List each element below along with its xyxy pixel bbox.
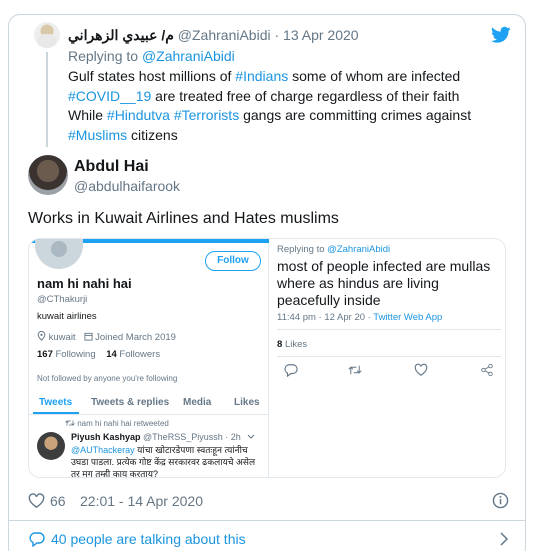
profile-tabs: Tweets Tweets & replies Media Likes xyxy=(29,389,269,415)
main-handle[interactable]: @abdulhaifarook xyxy=(74,178,180,194)
info-icon[interactable] xyxy=(492,492,509,509)
not-followed-note: Not followed by anyone you're following xyxy=(37,374,178,383)
retweet-time: · 2h xyxy=(225,432,241,442)
conversation-link[interactable]: 40 people are talking about this xyxy=(8,520,526,551)
profile-joined: Joined March 2019 xyxy=(95,332,176,343)
replying-label: Replying to xyxy=(277,244,325,255)
retweet-author-avatar xyxy=(37,432,65,460)
heart-icon[interactable] xyxy=(28,493,45,509)
retweeted-label: nam hi nahi hai retweeted xyxy=(77,419,169,428)
retweet-author-name: Piyush Kashyap xyxy=(71,432,141,442)
retweet-mention: @AUThackeray xyxy=(71,445,135,455)
main-tweet-actions: 66 22:01 - 14 Apr 2020 xyxy=(28,491,509,511)
chevron-right-icon xyxy=(500,532,509,546)
parent-display-name[interactable]: م/ عبيدي الزهراني xyxy=(68,27,174,43)
text-segment: gangs are committing crimes against xyxy=(239,107,472,123)
like-count[interactable]: 66 xyxy=(50,493,66,509)
likes-count: 8 xyxy=(277,339,283,350)
reply-screenshot: Replying to @ZahraniAbidi most of people… xyxy=(270,239,505,477)
text-segment: citizens xyxy=(127,126,178,143)
caret-down-icon xyxy=(247,434,255,439)
profile-screenshot: Follow nam hi nahi hai @CThakurji kuwait… xyxy=(29,239,269,477)
reply-source: Twitter Web App xyxy=(373,312,443,323)
reply-timestamp: 11:44 pm · 12 Apr 20 · xyxy=(277,312,374,323)
divider xyxy=(277,356,501,357)
reply-meta: 11:44 pm · 12 Apr 20 · Twitter Web App xyxy=(277,312,442,323)
heart-icon xyxy=(414,363,428,376)
thread-line xyxy=(46,52,48,147)
profile-counts: 167 Following 14 Followers xyxy=(37,349,160,360)
hashtag-indians[interactable]: #Indians xyxy=(235,68,288,84)
profile-bio: kuwait airlines xyxy=(37,311,97,322)
replying-mention: @ZahraniAbidi xyxy=(327,244,391,255)
profile-avatar xyxy=(35,239,83,269)
talking-about-text[interactable]: 40 people are talking about this xyxy=(51,531,246,547)
followers-label: Followers xyxy=(119,349,161,360)
parent-handle[interactable]: @ZahraniAbidi xyxy=(178,27,271,43)
retweeted-note: nam hi nahi hai retweeted xyxy=(65,419,169,428)
tab-media: Media xyxy=(183,397,212,408)
parent-avatar[interactable] xyxy=(34,22,60,48)
reply-icon xyxy=(284,364,298,377)
retweet-icon xyxy=(65,420,75,426)
speech-bubble-icon xyxy=(29,532,45,547)
hashtag-hindutva[interactable]: #Hindutva xyxy=(107,107,170,123)
following-label: Following xyxy=(55,349,96,360)
share-icon xyxy=(481,363,493,377)
tab-tweets: Tweets xyxy=(39,397,73,408)
tweet-timestamp[interactable]: 22:01 - 14 Apr 2020 xyxy=(80,493,203,509)
profile-meta: kuwait Joined March 2019 xyxy=(37,331,176,343)
location-icon xyxy=(37,331,46,341)
main-display-name[interactable]: Abdul Hai xyxy=(74,158,149,176)
main-tweet-text: Works in Kuwait Airlines and Hates musli… xyxy=(28,210,339,227)
profile-name: nam hi nahi hai xyxy=(37,276,132,291)
profile-handle: @CThakurji xyxy=(37,294,88,305)
tab-likes: Likes xyxy=(234,397,260,408)
followers-count: 14 xyxy=(106,349,117,360)
twitter-bird-icon[interactable] xyxy=(491,26,511,44)
parent-date[interactable]: 13 Apr 2020 xyxy=(283,27,359,43)
profile-location: kuwait xyxy=(48,332,76,343)
parent-replying-to: Replying to @ZahraniAbidi xyxy=(68,48,235,64)
following-count: 167 xyxy=(37,349,53,360)
reply-text: most of people infected are mullas where… xyxy=(277,258,491,308)
main-avatar[interactable] xyxy=(28,155,68,195)
hashtag-terrorists[interactable]: #Terrorists xyxy=(174,107,239,123)
replying-mention[interactable]: @ZahraniAbidi xyxy=(142,48,235,64)
follow-button: Follow xyxy=(205,251,261,271)
active-tab-indicator xyxy=(33,412,79,414)
retweet-text: @AUThackeray यांचा खोटारडेपणा स्वतःहून त… xyxy=(71,444,261,477)
reply-likes: 8 Likes xyxy=(277,339,307,350)
parent-header: م/ عبيدي الزهراني @ZahraniAbidi · 13 Apr… xyxy=(68,27,359,44)
hashtag-muslims[interactable]: #Muslims xyxy=(68,127,127,143)
replying-label: Replying to xyxy=(68,48,139,64)
parent-separator: · xyxy=(274,27,280,43)
retweet-header: Piyush Kashyap @TheRSS_Piyussh · 2h xyxy=(71,432,255,442)
attached-image[interactable]: Follow nam hi nahi hai @CThakurji kuwait… xyxy=(28,238,506,478)
text-segment: Gulf states host millions of xyxy=(68,68,236,84)
text-segment: some of whom are infected xyxy=(288,68,461,84)
reply-actions xyxy=(284,363,494,379)
divider xyxy=(277,329,501,330)
parent-tweet-text: Gulf states host millions of #Indians so… xyxy=(68,67,498,145)
reply-replying-to: Replying to @ZahraniAbidi xyxy=(277,244,390,255)
retweet-author-handle: @TheRSS_Piyussh xyxy=(143,432,223,442)
hashtag-covid[interactable]: #COVID__19 xyxy=(68,88,151,104)
tab-tweets-replies: Tweets & replies xyxy=(91,397,170,408)
retweet-icon xyxy=(348,365,362,375)
likes-label: Likes xyxy=(284,339,308,350)
calendar-icon xyxy=(83,332,93,341)
